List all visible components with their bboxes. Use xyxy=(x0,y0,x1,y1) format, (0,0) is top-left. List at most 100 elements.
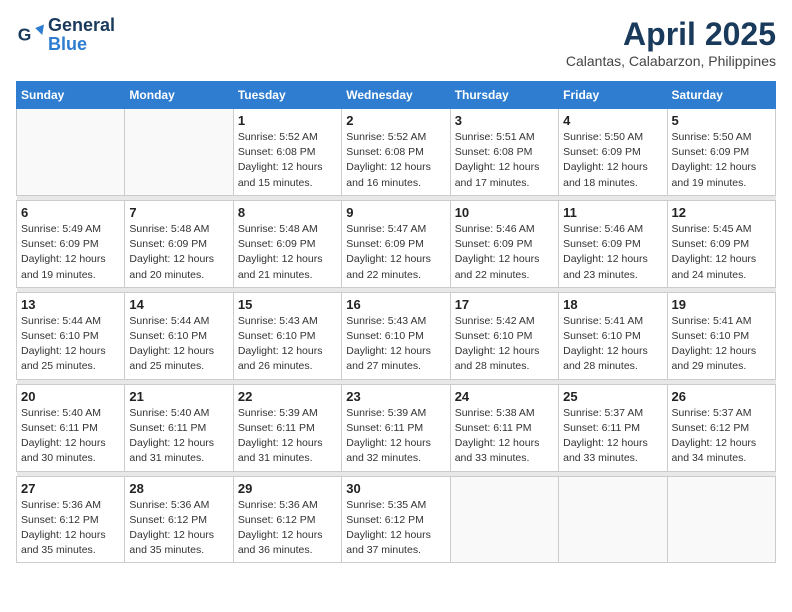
day-info: Sunrise: 5:48 AM Sunset: 6:09 PM Dayligh… xyxy=(129,222,228,283)
calendar-cell: 6Sunrise: 5:49 AM Sunset: 6:09 PM Daylig… xyxy=(17,200,125,287)
calendar-week-row: 27 Sunrise: 5:36 AM Sunset: 6:12 PM Dayli… xyxy=(17,476,776,563)
day-info: Sunrise: 5:48 AM Sunset: 6:09 PM Dayligh… xyxy=(238,222,337,283)
calendar-cell: 30 Sunrise: 5:35 AM Sunset: 6:12 PM Dayli… xyxy=(342,476,450,563)
calendar-cell: 2 Sunrise: 5:52 AM Sunset: 6:08 PM Daylig… xyxy=(342,109,450,196)
day-number: 17 xyxy=(455,297,554,312)
calendar-cell: 28 Sunrise: 5:36 AM Sunset: 6:12 PM Dayli… xyxy=(125,476,233,563)
calendar-cell: 17 Sunrise: 5:42 AM Sunset: 6:10 PM Dayli… xyxy=(450,292,558,379)
day-info: Sunrise: 5:37 AM Sunset: 6:11 PM Dayligh… xyxy=(563,406,662,467)
day-number: 2 xyxy=(346,113,445,128)
day-info: Sunrise: 5:36 AM Sunset: 6:12 PM Dayligh… xyxy=(21,498,120,559)
day-number: 25 xyxy=(563,389,662,404)
location-title: Calantas, Calabarzon, Philippines xyxy=(566,53,776,69)
day-info: Sunrise: 5:43 AM Sunset: 6:10 PM Dayligh… xyxy=(346,314,445,375)
day-info: Sunrise: 5:35 AM Sunset: 6:12 PM Dayligh… xyxy=(346,498,445,559)
day-number: 4 xyxy=(563,113,662,128)
calendar-cell: 24 Sunrise: 5:38 AM Sunset: 6:11 PM Dayli… xyxy=(450,384,558,471)
day-info: Sunrise: 5:49 AM Sunset: 6:09 PM Dayligh… xyxy=(21,222,120,283)
day-number: 22 xyxy=(238,389,337,404)
calendar-cell: 1Sunrise: 5:52 AM Sunset: 6:08 PM Daylig… xyxy=(233,109,341,196)
day-number: 8 xyxy=(238,205,337,220)
calendar-cell: 23 Sunrise: 5:39 AM Sunset: 6:11 PM Dayli… xyxy=(342,384,450,471)
calendar-cell: 12 Sunrise: 5:45 AM Sunset: 6:09 PM Dayli… xyxy=(667,200,775,287)
day-info: Sunrise: 5:46 AM Sunset: 6:09 PM Dayligh… xyxy=(563,222,662,283)
day-number: 20 xyxy=(21,389,120,404)
day-info: Sunrise: 5:45 AM Sunset: 6:09 PM Dayligh… xyxy=(672,222,771,283)
day-number: 29 xyxy=(238,481,337,496)
day-number: 16 xyxy=(346,297,445,312)
calendar-cell: 21 Sunrise: 5:40 AM Sunset: 6:11 PM Dayli… xyxy=(125,384,233,471)
calendar-week-row: 13 Sunrise: 5:44 AM Sunset: 6:10 PM Dayli… xyxy=(17,292,776,379)
day-info: Sunrise: 5:42 AM Sunset: 6:10 PM Dayligh… xyxy=(455,314,554,375)
day-info: Sunrise: 5:36 AM Sunset: 6:12 PM Dayligh… xyxy=(238,498,337,559)
calendar-cell: 14 Sunrise: 5:44 AM Sunset: 6:10 PM Dayli… xyxy=(125,292,233,379)
title-block: April 2025 Calantas, Calabarzon, Philipp… xyxy=(566,16,776,69)
day-info: Sunrise: 5:52 AM Sunset: 6:08 PM Dayligh… xyxy=(238,130,337,191)
calendar-cell: 5Sunrise: 5:50 AM Sunset: 6:09 PM Daylig… xyxy=(667,109,775,196)
calendar-cell: 19Sunrise: 5:41 AM Sunset: 6:10 PM Dayli… xyxy=(667,292,775,379)
day-info: Sunrise: 5:36 AM Sunset: 6:12 PM Dayligh… xyxy=(129,498,228,559)
page-header: G General Blue April 2025 Calantas, Cala… xyxy=(16,16,776,69)
calendar-cell xyxy=(667,476,775,563)
day-number: 19 xyxy=(672,297,771,312)
calendar-week-row: 20 Sunrise: 5:40 AM Sunset: 6:11 PM Dayli… xyxy=(17,384,776,471)
calendar-cell: 15Sunrise: 5:43 AM Sunset: 6:10 PM Dayli… xyxy=(233,292,341,379)
day-number: 12 xyxy=(672,205,771,220)
day-number: 21 xyxy=(129,389,228,404)
day-number: 11 xyxy=(563,205,662,220)
calendar-cell xyxy=(17,109,125,196)
day-number: 7 xyxy=(129,205,228,220)
day-number: 23 xyxy=(346,389,445,404)
calendar-week-row: 6Sunrise: 5:49 AM Sunset: 6:09 PM Daylig… xyxy=(17,200,776,287)
calendar-cell: 26 Sunrise: 5:37 AM Sunset: 6:12 PM Dayli… xyxy=(667,384,775,471)
day-of-week-header: Saturday xyxy=(667,82,775,109)
calendar-cell xyxy=(125,109,233,196)
day-number: 24 xyxy=(455,389,554,404)
calendar-cell: 16 Sunrise: 5:43 AM Sunset: 6:10 PM Dayli… xyxy=(342,292,450,379)
calendar-cell: 3Sunrise: 5:51 AM Sunset: 6:08 PM Daylig… xyxy=(450,109,558,196)
month-title: April 2025 xyxy=(566,16,776,53)
day-info: Sunrise: 5:38 AM Sunset: 6:11 PM Dayligh… xyxy=(455,406,554,467)
calendar-header-row: SundayMondayTuesdayWednesdayThursdayFrid… xyxy=(17,82,776,109)
calendar-cell: 8 Sunrise: 5:48 AM Sunset: 6:09 PM Daylig… xyxy=(233,200,341,287)
calendar-cell: 13 Sunrise: 5:44 AM Sunset: 6:10 PM Dayli… xyxy=(17,292,125,379)
day-info: Sunrise: 5:39 AM Sunset: 6:11 PM Dayligh… xyxy=(346,406,445,467)
day-number: 28 xyxy=(129,481,228,496)
calendar-week-row: 1Sunrise: 5:52 AM Sunset: 6:08 PM Daylig… xyxy=(17,109,776,196)
calendar-cell: 7 Sunrise: 5:48 AM Sunset: 6:09 PM Daylig… xyxy=(125,200,233,287)
day-info: Sunrise: 5:50 AM Sunset: 6:09 PM Dayligh… xyxy=(672,130,771,191)
day-number: 27 xyxy=(21,481,120,496)
day-number: 30 xyxy=(346,481,445,496)
calendar-cell xyxy=(559,476,667,563)
day-info: Sunrise: 5:52 AM Sunset: 6:08 PM Dayligh… xyxy=(346,130,445,191)
day-info: Sunrise: 5:44 AM Sunset: 6:10 PM Dayligh… xyxy=(21,314,120,375)
calendar-cell: 25 Sunrise: 5:37 AM Sunset: 6:11 PM Dayli… xyxy=(559,384,667,471)
day-info: Sunrise: 5:44 AM Sunset: 6:10 PM Dayligh… xyxy=(129,314,228,375)
day-info: Sunrise: 5:43 AM Sunset: 6:10 PM Dayligh… xyxy=(238,314,337,375)
day-info: Sunrise: 5:50 AM Sunset: 6:09 PM Dayligh… xyxy=(563,130,662,191)
logo-general: General xyxy=(48,15,115,35)
day-number: 14 xyxy=(129,297,228,312)
day-info: Sunrise: 5:39 AM Sunset: 6:11 PM Dayligh… xyxy=(238,406,337,467)
calendar-cell xyxy=(450,476,558,563)
svg-text:G: G xyxy=(18,24,32,44)
day-number: 13 xyxy=(21,297,120,312)
calendar-cell: 11 Sunrise: 5:46 AM Sunset: 6:09 PM Dayli… xyxy=(559,200,667,287)
day-of-week-header: Sunday xyxy=(17,82,125,109)
day-of-week-header: Thursday xyxy=(450,82,558,109)
calendar-cell: 22 Sunrise: 5:39 AM Sunset: 6:11 PM Dayli… xyxy=(233,384,341,471)
day-info: Sunrise: 5:40 AM Sunset: 6:11 PM Dayligh… xyxy=(129,406,228,467)
day-info: Sunrise: 5:40 AM Sunset: 6:11 PM Dayligh… xyxy=(21,406,120,467)
calendar-cell: 29 Sunrise: 5:36 AM Sunset: 6:12 PM Dayli… xyxy=(233,476,341,563)
logo-icon: G xyxy=(16,21,44,49)
calendar-table: SundayMondayTuesdayWednesdayThursdayFrid… xyxy=(16,81,776,563)
day-info: Sunrise: 5:37 AM Sunset: 6:12 PM Dayligh… xyxy=(672,406,771,467)
day-info: Sunrise: 5:41 AM Sunset: 6:10 PM Dayligh… xyxy=(563,314,662,375)
day-number: 10 xyxy=(455,205,554,220)
calendar-cell: 27 Sunrise: 5:36 AM Sunset: 6:12 PM Dayli… xyxy=(17,476,125,563)
day-info: Sunrise: 5:47 AM Sunset: 6:09 PM Dayligh… xyxy=(346,222,445,283)
day-number: 26 xyxy=(672,389,771,404)
day-info: Sunrise: 5:51 AM Sunset: 6:08 PM Dayligh… xyxy=(455,130,554,191)
calendar-cell: 4 Sunrise: 5:50 AM Sunset: 6:09 PM Daylig… xyxy=(559,109,667,196)
day-of-week-header: Monday xyxy=(125,82,233,109)
